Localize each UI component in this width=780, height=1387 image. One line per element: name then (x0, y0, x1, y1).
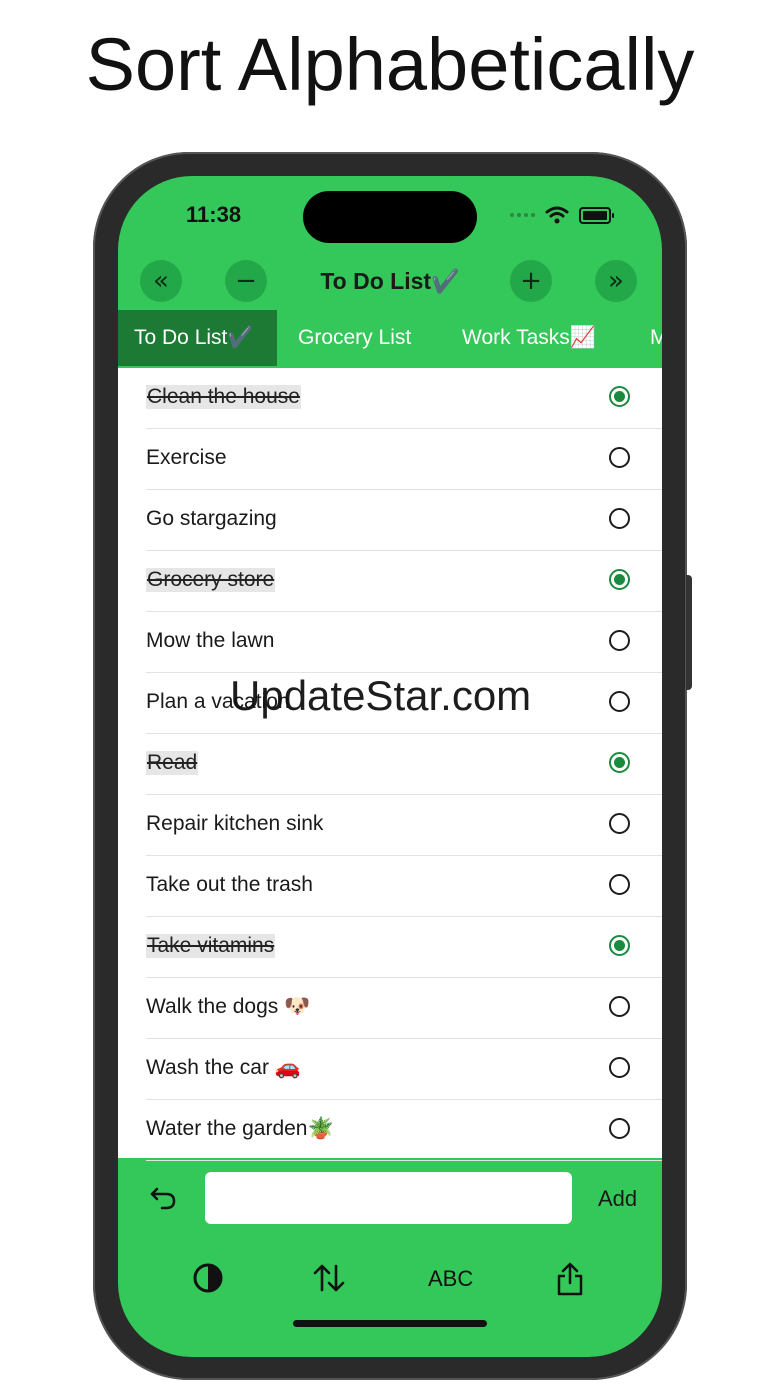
list-item[interactable]: Mow the lawn (118, 612, 662, 673)
unchecked-radio-icon[interactable] (609, 996, 630, 1017)
list-item[interactable]: Take vitamins (118, 917, 662, 978)
headline: Sort Alphabetically (85, 23, 695, 106)
checked-radio-icon[interactable] (609, 752, 630, 773)
contrast-icon (193, 1263, 223, 1293)
task-label: Mow the lawn (146, 629, 275, 652)
wifi-icon (545, 206, 569, 224)
list-item[interactable]: Take out the trash (118, 856, 662, 917)
task-label: Grocery store (146, 568, 276, 592)
task-label: Walk the dogs 🐶 (146, 995, 311, 1018)
list-tabs: To Do List✔️ Grocery List Work Tasks📈 M (118, 310, 662, 366)
list-item[interactable]: Go stargazing (118, 490, 662, 551)
share-button[interactable] (555, 1262, 585, 1303)
list-item[interactable]: Clean the house (118, 368, 662, 429)
checked-radio-icon[interactable] (609, 935, 630, 956)
task-label: Take vitamins (146, 934, 276, 958)
tab-to-do-list[interactable]: To Do List✔️ (118, 310, 277, 366)
checked-radio-icon[interactable] (609, 386, 630, 407)
unchecked-radio-icon[interactable] (609, 874, 630, 895)
nav-title: To Do List✔️ (320, 268, 460, 294)
sort-alphabetically-button[interactable]: ABC (428, 1266, 473, 1292)
task-label: Exercise (146, 446, 227, 469)
screen: 11:38 « − To Do List✔️ + » To Do List✔️ … (118, 176, 662, 1357)
task-label: Read (146, 751, 199, 775)
add-button[interactable]: Add (598, 1186, 637, 1212)
sort-arrows-icon (313, 1264, 345, 1292)
undo-icon (150, 1187, 176, 1210)
list-item[interactable]: Walk the dogs 🐶 (118, 978, 662, 1039)
tab-grocery-list[interactable]: Grocery List (282, 310, 427, 366)
task-label: Clean the house (146, 385, 301, 409)
list-item[interactable]: Grocery store (118, 551, 662, 612)
unchecked-radio-icon[interactable] (609, 813, 630, 834)
unchecked-radio-icon[interactable] (609, 630, 630, 651)
list-item[interactable]: Wash the car 🚗 (118, 1039, 662, 1100)
tab-work-tasks[interactable]: Work Tasks📈 (446, 310, 612, 366)
status-icons (510, 204, 614, 226)
unchecked-radio-icon[interactable] (609, 1057, 630, 1078)
watermark: UpdateStar.com (230, 672, 532, 719)
double-chevron-right-icon: » (608, 266, 624, 296)
task-label: Go stargazing (146, 507, 277, 530)
list-item[interactable]: Exercise (118, 429, 662, 490)
battery-icon (579, 206, 614, 224)
signal-icon (510, 213, 535, 217)
dynamic-island (303, 191, 477, 243)
list-item[interactable]: Repair kitchen sink (118, 795, 662, 856)
tab-more[interactable]: M (634, 310, 662, 366)
share-icon (557, 1262, 583, 1296)
undo-button[interactable] (148, 1182, 178, 1219)
task-label: Repair kitchen sink (146, 812, 324, 835)
list-item[interactable]: Read (118, 734, 662, 795)
theme-toggle-button[interactable] (192, 1262, 224, 1301)
home-indicator (293, 1320, 487, 1327)
unchecked-radio-icon[interactable] (609, 691, 630, 712)
checked-radio-icon[interactable] (609, 569, 630, 590)
unchecked-radio-icon[interactable] (609, 1118, 630, 1139)
unchecked-radio-icon[interactable] (609, 447, 630, 468)
task-label: Take out the trash (146, 873, 313, 896)
nav-bar: « − To Do List✔️ + » (118, 258, 662, 306)
new-task-input[interactable] (205, 1172, 572, 1224)
list-item[interactable]: Water the garden🪴 (118, 1100, 662, 1161)
task-label: Wash the car 🚗 (146, 1056, 301, 1079)
bottom-bar: Add ABC (118, 1158, 662, 1357)
next-list-button[interactable]: » (595, 260, 637, 302)
sort-button[interactable] (311, 1262, 347, 1301)
add-list-button[interactable]: + (510, 260, 552, 302)
unchecked-radio-icon[interactable] (609, 508, 630, 529)
task-label: Water the garden🪴 (146, 1117, 334, 1140)
plus-icon: + (520, 266, 542, 296)
side-button (686, 575, 692, 690)
status-time: 11:38 (186, 202, 242, 227)
task-list: Clean the house Exercise Go stargazing Groc… (118, 368, 662, 1161)
